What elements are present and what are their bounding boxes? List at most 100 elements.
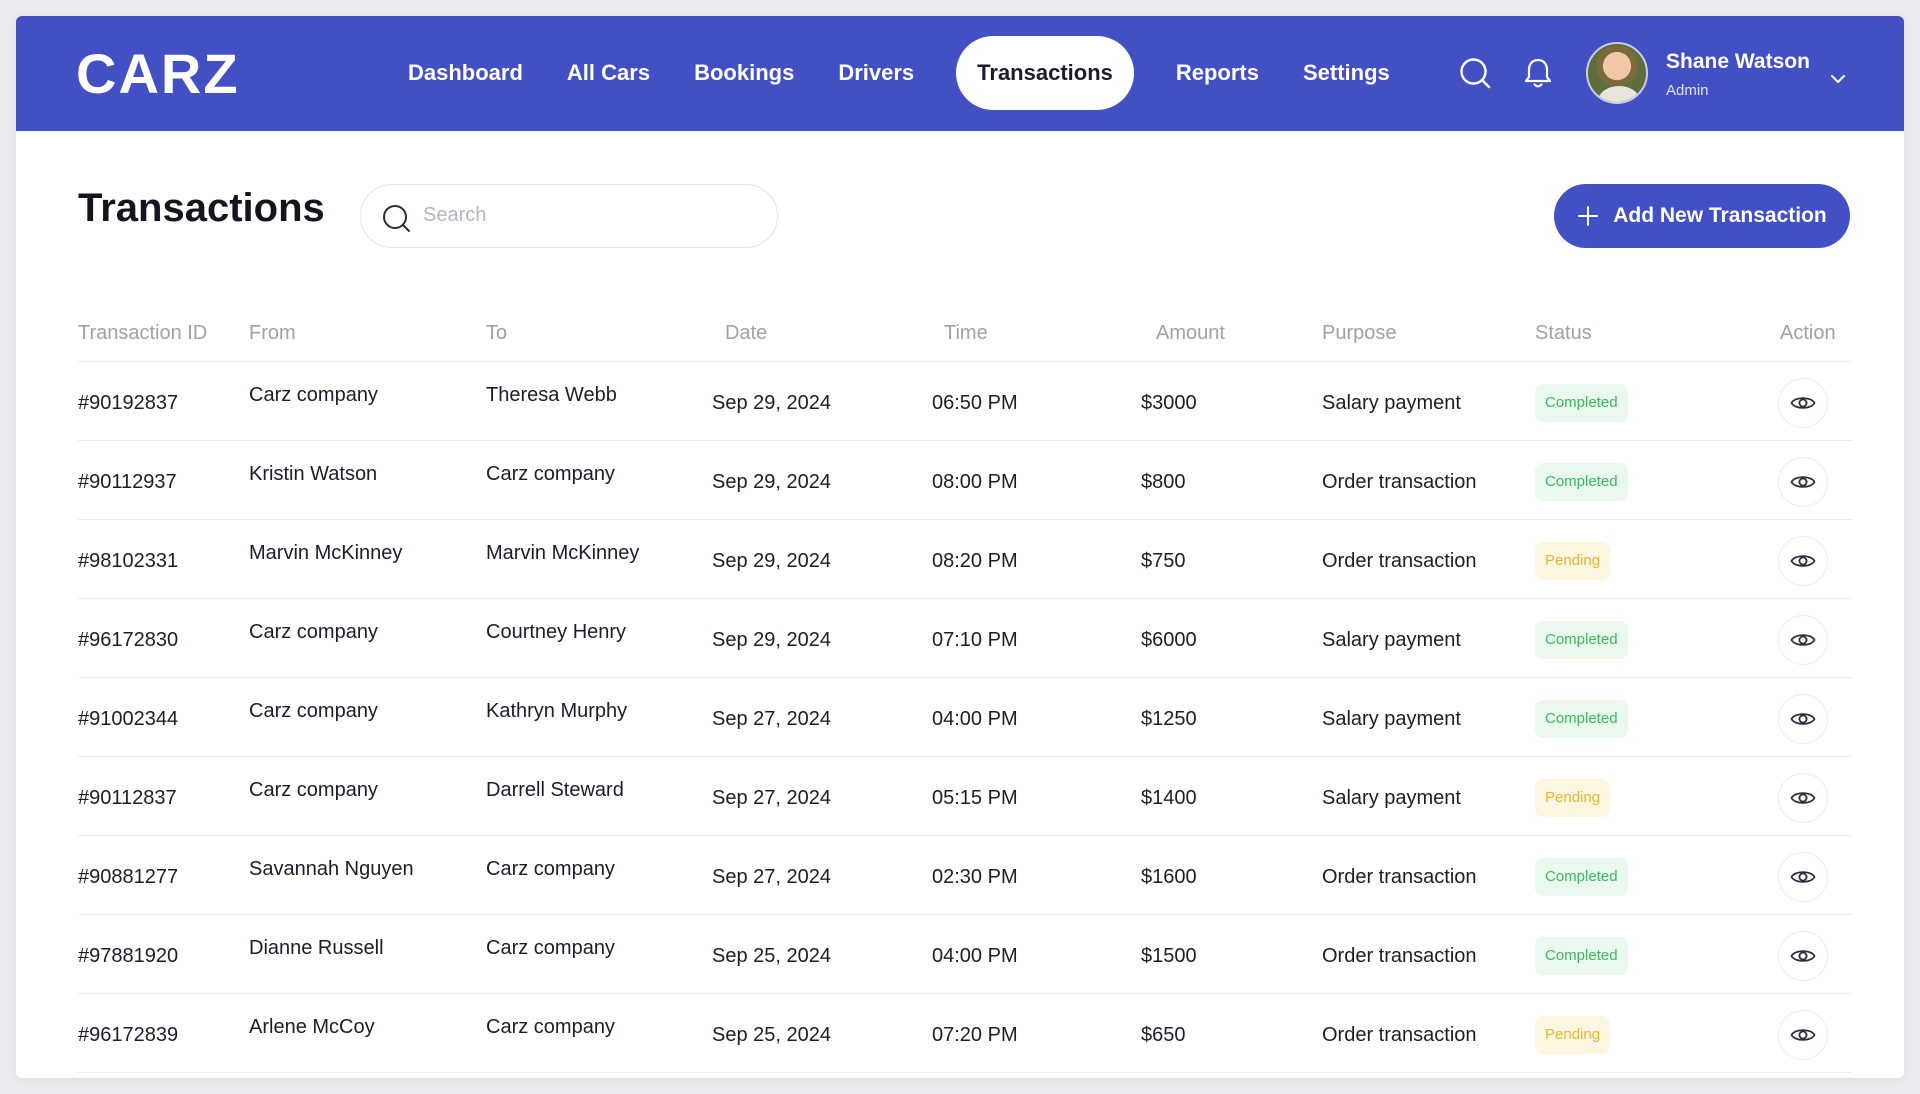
view-transaction-button[interactable] — [1778, 931, 1828, 981]
eye-icon — [1790, 555, 1816, 567]
purpose-cell: Salary payment — [1322, 708, 1461, 730]
eye-icon — [1790, 871, 1816, 883]
column-header-status[interactable]: Status — [1535, 322, 1592, 345]
avatar[interactable] — [1586, 42, 1648, 104]
search-box[interactable] — [360, 184, 778, 248]
purpose-cell: Salary payment — [1322, 392, 1461, 414]
nav-item-all-cars[interactable]: All Cars — [545, 36, 672, 110]
to-cell: Courtney Henry — [486, 621, 627, 643]
eye-icon — [1790, 1029, 1816, 1041]
eye-icon — [1790, 950, 1816, 962]
add-transaction-label: Add New Transaction — [1613, 204, 1827, 227]
status-badge: Completed — [1535, 621, 1628, 659]
nav-item-reports[interactable]: Reports — [1154, 36, 1281, 110]
date-cell: Sep 27, 2024 — [712, 787, 831, 809]
table-row[interactable]: #90112837 Carz company Darrell Steward Sep … — [78, 757, 1852, 836]
nav-item-bookings[interactable]: Bookings — [672, 36, 816, 110]
chevron-down-icon[interactable] — [1830, 74, 1846, 84]
date-cell: Sep 29, 2024 — [712, 392, 831, 414]
transaction-id-cell: #96172830 — [78, 629, 179, 651]
column-header-to[interactable]: To — [486, 322, 507, 345]
search-icon[interactable] — [1458, 56, 1492, 90]
bell-icon[interactable] — [1522, 56, 1554, 90]
transactions-table: Transaction ID From To Date Time Amount … — [78, 298, 1852, 1073]
time-cell: 07:10 PM — [932, 629, 1018, 651]
column-header-time[interactable]: Time — [944, 322, 988, 345]
eye-icon — [1790, 397, 1816, 409]
table-header: Transaction ID From To Date Time Amount … — [78, 298, 1852, 362]
to-cell: Kathryn Murphy — [486, 700, 628, 722]
status-badge: Completed — [1535, 858, 1628, 896]
view-transaction-button[interactable] — [1778, 694, 1828, 744]
date-cell: Sep 27, 2024 — [712, 708, 831, 730]
time-cell: 02:30 PM — [932, 866, 1018, 888]
date-cell: Sep 29, 2024 — [712, 629, 831, 651]
eye-icon — [1790, 476, 1816, 488]
view-transaction-button[interactable] — [1778, 457, 1828, 507]
table-row[interactable]: #97881920 Dianne Russell Carz company Sep 2… — [78, 915, 1852, 994]
table-row[interactable]: #90192837 Carz company Theresa Webb Sep 29,… — [78, 362, 1852, 441]
nav-item-settings[interactable]: Settings — [1281, 36, 1412, 110]
view-transaction-button[interactable] — [1778, 536, 1828, 586]
time-cell: 05:15 PM — [932, 787, 1018, 809]
amount-cell: $1400 — [1141, 787, 1197, 809]
column-header-purpose[interactable]: Purpose — [1322, 322, 1397, 345]
time-cell: 07:20 PM — [932, 1024, 1018, 1046]
status-badge: Completed — [1535, 384, 1628, 422]
amount-cell: $650 — [1141, 1024, 1186, 1046]
column-header-from[interactable]: From — [249, 322, 296, 345]
transaction-id-cell: #90112837 — [78, 787, 177, 809]
page-title: Transactions — [78, 186, 325, 230]
to-cell: Carz company — [486, 937, 615, 959]
transaction-id-cell: #90192837 — [78, 392, 179, 414]
status-badge: Pending — [1535, 779, 1611, 817]
table-row[interactable]: #96172830 Carz company Courtney Henry Sep 2… — [78, 599, 1852, 678]
table-row[interactable]: #90112937 Kristin Watson Carz company Sep 2… — [78, 441, 1852, 520]
search-input[interactable] — [423, 185, 763, 246]
amount-cell: $6000 — [1141, 629, 1197, 651]
time-cell: 04:00 PM — [932, 945, 1018, 967]
transaction-id-cell: #96172839 — [78, 1024, 179, 1046]
to-cell: Carz company — [486, 1016, 615, 1038]
table-row[interactable]: #96172839 Arlene McCoy Carz company Sep 25,… — [78, 994, 1852, 1073]
purpose-cell: Order transaction — [1322, 866, 1477, 888]
nav-item-dashboard[interactable]: Dashboard — [386, 36, 545, 110]
time-cell: 06:50 PM — [932, 392, 1018, 414]
view-transaction-button[interactable] — [1778, 852, 1828, 902]
from-cell: Carz company — [249, 700, 378, 722]
to-cell: Theresa Webb — [486, 384, 617, 406]
view-transaction-button[interactable] — [1778, 378, 1828, 428]
nav-item-drivers[interactable]: Drivers — [816, 36, 936, 110]
status-badge: Completed — [1535, 700, 1628, 738]
column-header-date[interactable]: Date — [725, 322, 767, 345]
table-row[interactable]: #91002344 Carz company Kathryn Murphy Sep 2… — [78, 678, 1852, 757]
purpose-cell: Salary payment — [1322, 629, 1461, 651]
table-row[interactable]: #90881277 Savannah Nguyen Carz company Sep … — [78, 836, 1852, 915]
plus-icon — [1578, 206, 1599, 226]
view-transaction-button[interactable] — [1778, 773, 1828, 823]
from-cell: Marvin McKinney — [249, 542, 403, 564]
column-header-amount[interactable]: Amount — [1156, 322, 1225, 345]
purpose-cell: Salary payment — [1322, 787, 1461, 809]
amount-cell: $3000 — [1141, 392, 1197, 414]
app-window: CARZ Dashboard All Cars Bookings Drivers… — [16, 16, 1904, 1078]
from-cell: Savannah Nguyen — [249, 858, 414, 880]
top-navbar: CARZ Dashboard All Cars Bookings Drivers… — [16, 16, 1904, 131]
transaction-id-cell: #90112937 — [78, 471, 177, 493]
column-header-transaction-id[interactable]: Transaction ID — [78, 322, 207, 345]
view-transaction-button[interactable] — [1778, 1010, 1828, 1060]
to-cell: Carz company — [486, 858, 615, 880]
add-transaction-button[interactable]: Add New Transaction — [1554, 184, 1850, 248]
status-badge: Completed — [1535, 463, 1628, 501]
to-cell: Darrell Steward — [486, 779, 624, 801]
purpose-cell: Order transaction — [1322, 550, 1477, 572]
table-body: #90192837 Carz company Theresa Webb Sep 29,… — [78, 362, 1852, 1073]
date-cell: Sep 25, 2024 — [712, 1024, 831, 1046]
from-cell: Carz company — [249, 779, 378, 801]
nav-item-transactions[interactable]: Transactions — [956, 36, 1134, 110]
table-row[interactable]: #98102331 Marvin McKinney Marvin McKinney S… — [78, 520, 1852, 599]
view-transaction-button[interactable] — [1778, 615, 1828, 665]
amount-cell: $1250 — [1141, 708, 1197, 730]
brand-logo[interactable]: CARZ — [76, 46, 240, 102]
time-cell: 08:00 PM — [932, 471, 1018, 493]
